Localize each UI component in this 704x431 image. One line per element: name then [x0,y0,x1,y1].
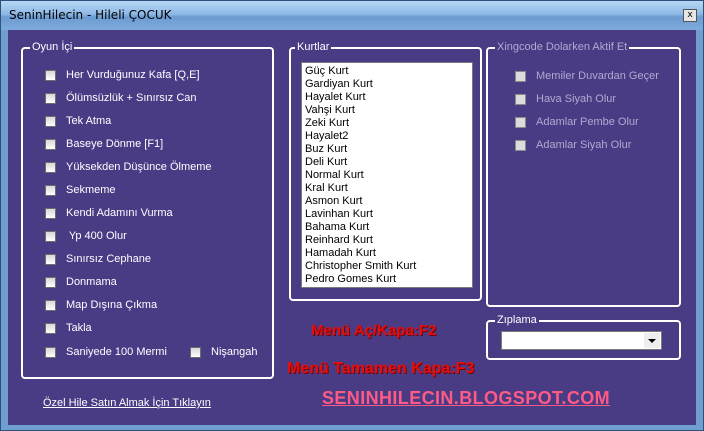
xingcode-group: Xingcode Dolarken Aktif Et [486,41,681,307]
list-item[interactable]: Zeki Kurt [305,117,472,130]
cheat-option-no-friendly-fire[interactable]: Kendi Adamını Vurma [45,206,173,220]
checkbox[interactable] [45,253,56,265]
list-item[interactable]: Reinhard Kurt [305,234,472,247]
checkbox[interactable] [45,161,56,173]
list-item[interactable]: Buz Kurt [305,143,472,156]
checkbox[interactable] [45,138,56,150]
list-item[interactable]: Hamadah Kurt [305,247,472,260]
ziplama-dropdown[interactable] [501,331,662,350]
checkbox[interactable] [45,346,56,358]
option-label: Map Dışına Çıkma [66,299,158,311]
oyun-ici-label: Oyun İçi [30,41,75,54]
option-label: Saniyede 100 Mermi [66,346,167,358]
list-item[interactable]: Christopher Smith Kurt [305,260,472,273]
list-item[interactable]: Pedro Gomes Kurt [305,273,472,286]
list-item[interactable]: Asmon Kurt [305,195,472,208]
option-label: Kendi Adamını Vurma [66,207,173,219]
option-label: Adamlar Pembe Olur [536,116,639,128]
app-window: SeninHilecin - Hileli ÇOCUK x Oyun İçi H… [0,0,704,431]
option-label: Tek Atma [66,115,112,127]
list-item[interactable]: Kral Kurt [305,182,472,195]
xingcode-option-wallhack[interactable]: Memiler Duvardan Geçer [515,69,659,83]
checkbox[interactable] [515,93,526,105]
client-area: Oyun İçi Her Vurduğunuz Kafa [Q,E] Ölüms… [8,30,696,425]
option-label: Sınırsız Cephane [66,253,151,265]
toggle-menu-hint: Menü Aç/Kapa:F2 [311,322,437,339]
cheat-option-somersault[interactable]: Takla [45,321,92,335]
list-item[interactable]: Güç Kurt [305,65,472,78]
list-item[interactable]: Gardiyan Kurt [305,78,472,91]
cheat-option-yp-400[interactable]: Yp 400 Olur [45,229,127,243]
window-title: SeninHilecin - Hileli ÇOCUK [9,8,172,22]
cheat-option-crosshair[interactable]: Nişangah [190,345,257,359]
xingcode-option-black-players[interactable]: Adamlar Siyah Olur [515,138,631,152]
list-item[interactable]: Normal Kurt [305,169,472,182]
checkbox[interactable] [45,184,56,196]
blog-link[interactable]: SENINHILECIN.BLOGSPOT.COM [322,388,610,409]
cheat-option-return-base[interactable]: Baseye Dönme [F1] [45,137,163,151]
option-label: Adamlar Siyah Olur [536,139,632,151]
ziplama-label: Zıplama [495,314,539,327]
option-label: Hava Siyah Olur [536,93,617,105]
chevron-down-icon[interactable] [644,333,660,348]
checkbox[interactable] [45,230,56,242]
option-label: Donmama [66,276,117,288]
buy-special-cheat-link[interactable]: Özel Hile Satın Almak İçin Tıklayın [43,397,211,409]
checkbox[interactable] [45,322,56,334]
checkbox[interactable] [45,299,56,311]
list-item[interactable]: Vahşi Kurt [305,104,472,117]
checkbox[interactable] [45,69,56,81]
checkbox[interactable] [45,92,56,104]
checkbox[interactable] [190,346,201,358]
cheat-option-no-fall-death[interactable]: Yüksekden Düşünce Ölmeme [45,160,212,174]
close-button[interactable]: x [683,9,697,22]
cheat-option-out-of-map[interactable]: Map Dışına Çıkma [45,298,157,312]
xingcode-option-pink-players[interactable]: Adamlar Pembe Olur [515,115,639,129]
option-label: Memiler Duvardan Geçer [536,70,659,82]
option-label: Sekmeme [66,184,116,196]
option-label: Takla [66,322,92,334]
option-label: Yp 400 Olur [66,230,127,242]
list-item[interactable]: Lavinhan Kurt [305,208,472,221]
checkbox[interactable] [515,116,526,128]
option-label: Her Vurduğunuz Kafa [Q,E] [66,69,200,81]
checkbox[interactable] [515,70,526,82]
list-item[interactable]: Hayalet Kurt [305,91,472,104]
option-label: Nişangah [211,346,258,358]
option-label: Yüksekden Düşünce Ölmeme [66,161,212,173]
cheat-option-no-freeze[interactable]: Donmama [45,275,117,289]
option-label: Baseye Dönme [F1] [66,138,164,150]
checkbox[interactable] [515,139,526,151]
xingcode-option-black-sky[interactable]: Hava Siyah Olur [515,92,616,106]
cheat-option-100-bullets[interactable]: Saniyede 100 Mermi [45,345,167,359]
checkbox[interactable] [45,115,56,127]
checkbox[interactable] [45,276,56,288]
kurtlar-listbox[interactable]: Güç Kurt Gardiyan Kurt Hayalet Kurt Vahş… [301,62,473,288]
list-item[interactable]: Deli Kurt [305,156,472,169]
kurtlar-label: Kurtlar [295,41,332,54]
list-item[interactable]: Hayalet2 [305,130,472,143]
cheat-option-immortal[interactable]: Ölümsüzlük + Sınırsız Can [45,91,197,105]
title-bar[interactable]: SeninHilecin - Hileli ÇOCUK x [1,1,703,30]
option-label: Ölümsüzlük + Sınırsız Can [66,92,197,104]
xingcode-label: Xingcode Dolarken Aktif Et [495,41,630,54]
cheat-option-no-recoil[interactable]: Sekmeme [45,183,116,197]
cheat-option-one-shot[interactable]: Tek Atma [45,114,111,128]
close-menu-hint: Menü Tamamen Kapa:F3 [287,360,475,377]
checkbox[interactable] [45,207,56,219]
cheat-option-headshot[interactable]: Her Vurduğunuz Kafa [Q,E] [45,68,200,82]
list-item[interactable]: Bahama Kurt [305,221,472,234]
cheat-option-infinite-ammo[interactable]: Sınırsız Cephane [45,252,151,266]
